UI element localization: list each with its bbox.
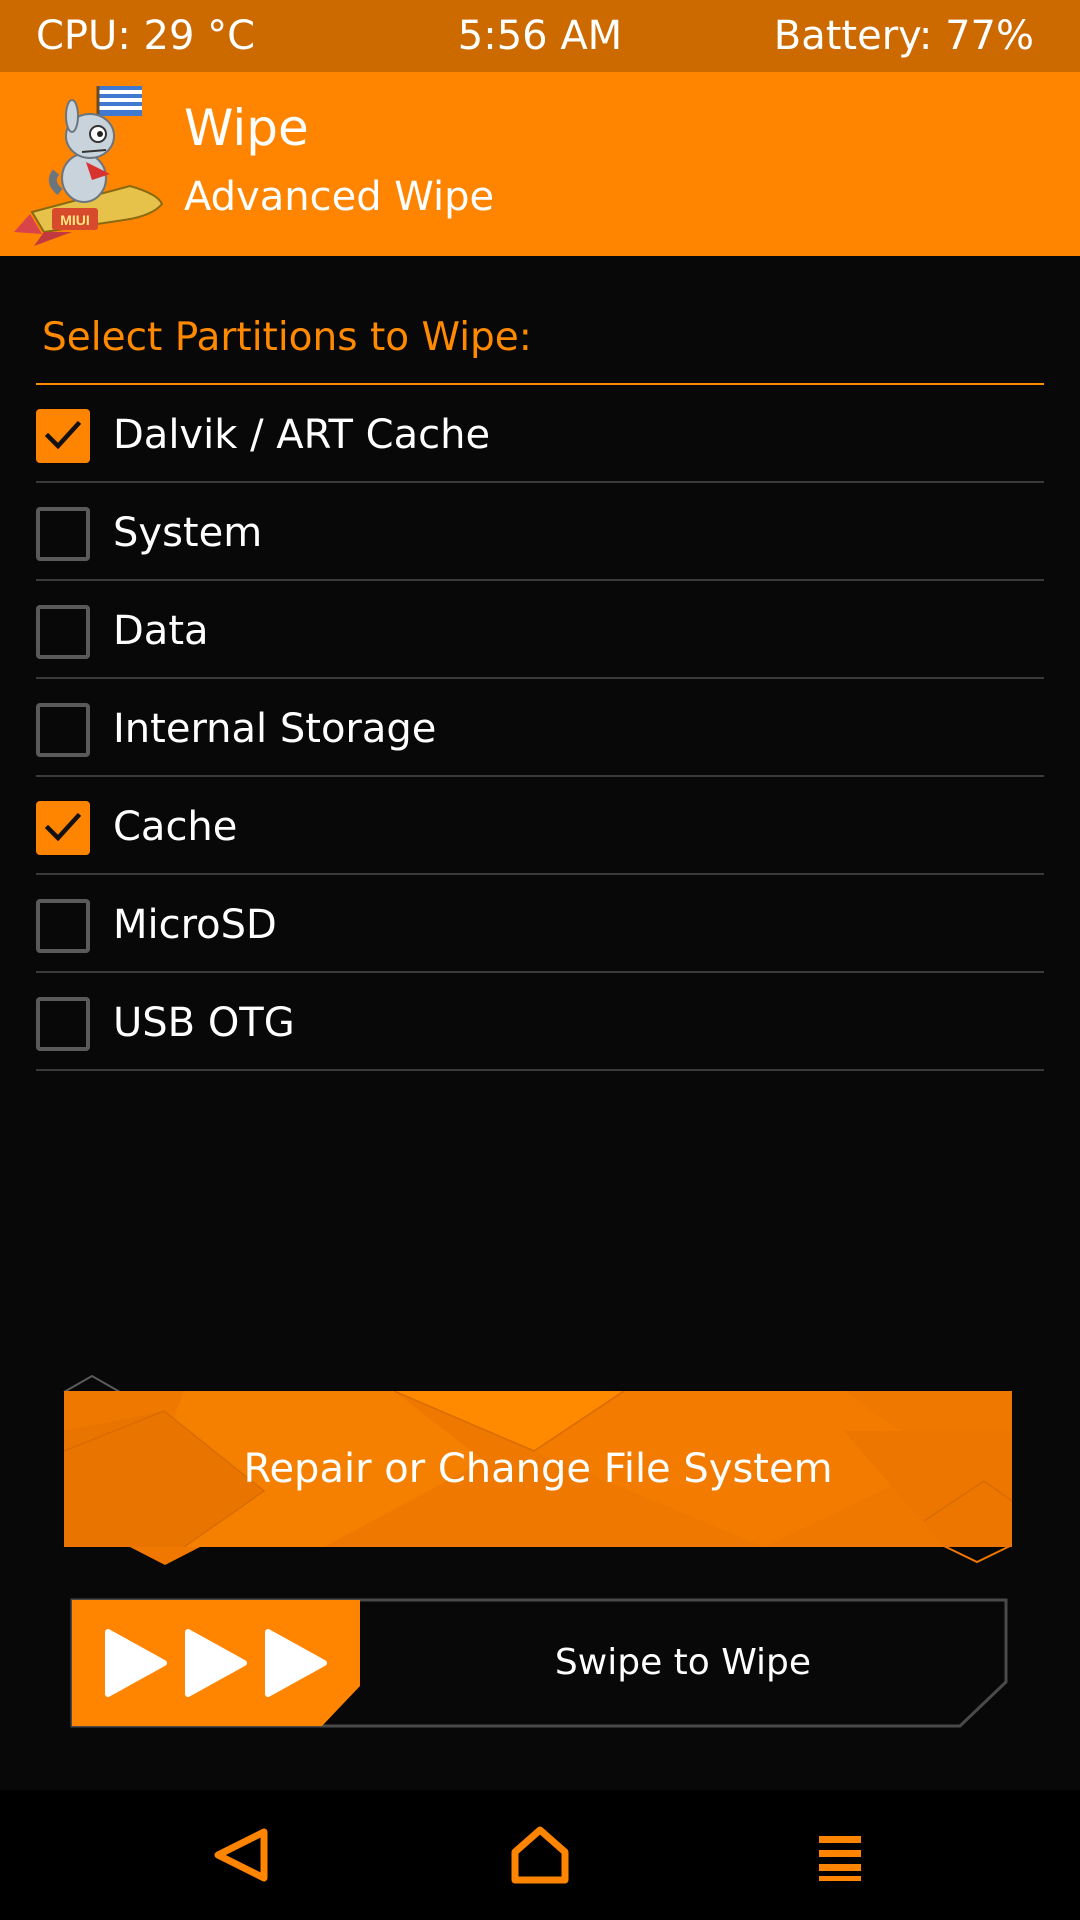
partition-row-microsd[interactable]: MicroSD bbox=[36, 875, 1044, 973]
home-button[interactable] bbox=[495, 1810, 585, 1900]
partition-row-usb-otg[interactable]: USB OTG bbox=[36, 973, 1044, 1071]
page-subtitle: Advanced Wipe bbox=[184, 174, 495, 220]
checkbox-unchecked[interactable] bbox=[36, 507, 90, 561]
swipe-to-wipe-slider[interactable]: Swipe to Wipe bbox=[70, 1598, 1008, 1728]
repair-file-system-button[interactable]: Repair or Change File System bbox=[64, 1391, 1012, 1547]
checkbox-checked[interactable] bbox=[36, 801, 90, 855]
status-bar: CPU: 29 °C 5:56 AM Battery: 77% bbox=[0, 0, 1080, 72]
repair-button-pointer-deco bbox=[130, 1547, 200, 1565]
partition-row-internal-storage[interactable]: Internal Storage bbox=[36, 679, 1044, 777]
swipe-handle[interactable] bbox=[72, 1600, 360, 1726]
miui-logo-text: MIUI bbox=[60, 212, 90, 228]
back-triangle-icon bbox=[214, 1828, 268, 1882]
partition-label: Internal Storage bbox=[113, 706, 437, 752]
checkbox-unchecked[interactable] bbox=[36, 703, 90, 757]
menu-button[interactable] bbox=[795, 1810, 885, 1900]
home-icon bbox=[511, 1826, 569, 1884]
repair-button-label: Repair or Change File System bbox=[243, 1446, 833, 1492]
checkbox-checked[interactable] bbox=[36, 409, 90, 463]
back-button[interactable] bbox=[196, 1810, 286, 1900]
partition-label: MicroSD bbox=[113, 902, 277, 948]
miui-logo-icon: MIUI bbox=[12, 82, 168, 246]
navigation-bar bbox=[0, 1790, 1080, 1920]
partition-label: Dalvik / ART Cache bbox=[113, 412, 491, 458]
swipe-label: Swipe to Wipe bbox=[554, 1642, 812, 1683]
section-title: Select Partitions to Wipe: bbox=[42, 315, 532, 360]
partition-row-cache[interactable]: Cache bbox=[36, 777, 1044, 875]
battery-level: Battery: 77% bbox=[773, 13, 1034, 59]
checkbox-unchecked[interactable] bbox=[36, 997, 90, 1051]
repair-button-corner-deco-bottom bbox=[943, 1545, 1011, 1564]
header: MIUI Wipe Advanced Wipe bbox=[0, 72, 1080, 256]
partition-label: Cache bbox=[113, 804, 238, 850]
page-title: Wipe bbox=[184, 99, 309, 157]
partition-label: System bbox=[113, 510, 263, 556]
checkbox-unchecked[interactable] bbox=[36, 605, 90, 659]
menu-icon bbox=[819, 1836, 861, 1881]
partition-label: USB OTG bbox=[113, 1000, 295, 1046]
triple-play-arrows-icon bbox=[72, 1600, 360, 1726]
partition-label: Data bbox=[113, 608, 209, 654]
partition-row-system[interactable]: System bbox=[36, 483, 1044, 581]
partition-row-data[interactable]: Data bbox=[36, 581, 1044, 679]
partition-row-dalvik-art-cache[interactable]: Dalvik / ART Cache bbox=[36, 385, 1044, 483]
checkbox-unchecked[interactable] bbox=[36, 899, 90, 953]
partition-list: Dalvik / ART Cache System Data Internal … bbox=[36, 385, 1044, 1071]
